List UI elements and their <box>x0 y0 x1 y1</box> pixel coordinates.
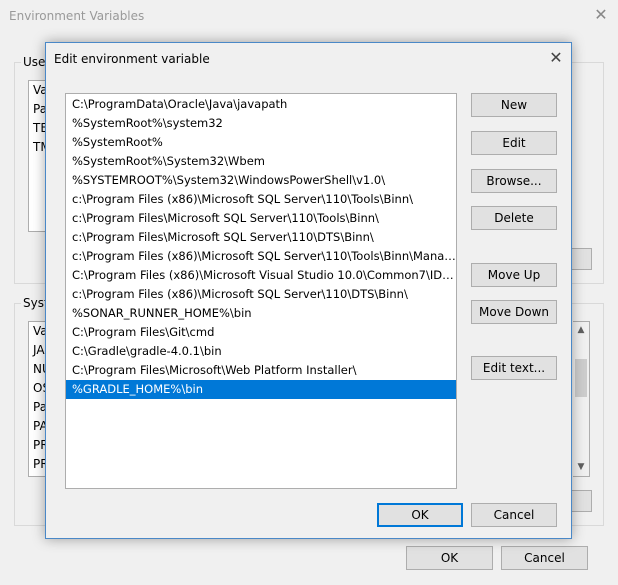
ok-button[interactable]: OK <box>377 503 463 527</box>
close-icon[interactable]: ✕ <box>547 50 565 68</box>
edit-button[interactable]: Edit <box>471 131 557 155</box>
path-list-item[interactable]: c:\Program Files (x86)\Microsoft SQL Ser… <box>66 247 456 266</box>
close-icon[interactable]: ✕ <box>592 7 610 25</box>
path-list-item[interactable]: %SystemRoot% <box>66 133 456 152</box>
env-ok-button[interactable]: OK <box>406 546 493 570</box>
path-list-item[interactable]: c:\Program Files (x86)\Microsoft SQL Ser… <box>66 190 456 209</box>
edit-text-button[interactable]: Edit text... <box>471 356 557 380</box>
path-list-item[interactable]: C:\ProgramData\Oracle\Java\javapath <box>66 95 456 114</box>
path-list-item[interactable]: %SYSTEMROOT%\System32\WindowsPowerShell\… <box>66 171 456 190</box>
path-list-item[interactable]: C:\Program Files\Microsoft\Web Platform … <box>66 361 456 380</box>
path-list[interactable]: C:\ProgramData\Oracle\Java\javapath %Syst… <box>65 93 457 489</box>
path-list-item[interactable]: %GRADLE_HOME%\bin <box>66 380 456 399</box>
system-list-scrollbar[interactable]: ▲ ▼ <box>573 321 590 477</box>
path-list-item[interactable]: c:\Program Files (x86)\Microsoft SQL Ser… <box>66 285 456 304</box>
scroll-up-arrow-icon[interactable]: ▲ <box>573 322 589 338</box>
window-title: Environment Variables <box>9 9 145 23</box>
path-list-item[interactable]: %SystemRoot%\system32 <box>66 114 456 133</box>
delete-button[interactable]: Delete <box>471 206 557 230</box>
scroll-down-arrow-icon[interactable]: ▼ <box>573 459 589 475</box>
new-button[interactable]: New <box>471 93 557 117</box>
path-list-item[interactable]: c:\Program Files\Microsoft SQL Server\11… <box>66 228 456 247</box>
path-list-item[interactable]: C:\Program Files (x86)\Microsoft Visual … <box>66 266 456 285</box>
path-list-item[interactable]: C:\Program Files\Git\cmd <box>66 323 456 342</box>
scrollbar-thumb[interactable] <box>575 359 587 397</box>
path-list-item[interactable]: c:\Program Files\Microsoft SQL Server\11… <box>66 209 456 228</box>
dialog-title: Edit environment variable <box>54 52 210 66</box>
path-list-item[interactable]: %SystemRoot%\System32\Wbem <box>66 152 456 171</box>
path-list-item[interactable]: C:\Gradle\gradle-4.0.1\bin <box>66 342 456 361</box>
env-cancel-button[interactable]: Cancel <box>501 546 588 570</box>
cancel-button[interactable]: Cancel <box>471 503 557 527</box>
move-down-button[interactable]: Move Down <box>471 300 557 324</box>
move-up-button[interactable]: Move Up <box>471 263 557 287</box>
edit-environment-variable-dialog: Edit environment variable ✕ C:\ProgramDa… <box>45 42 572 539</box>
browse-button[interactable]: Browse... <box>471 169 557 193</box>
path-list-item[interactable]: %SONAR_RUNNER_HOME%\bin <box>66 304 456 323</box>
